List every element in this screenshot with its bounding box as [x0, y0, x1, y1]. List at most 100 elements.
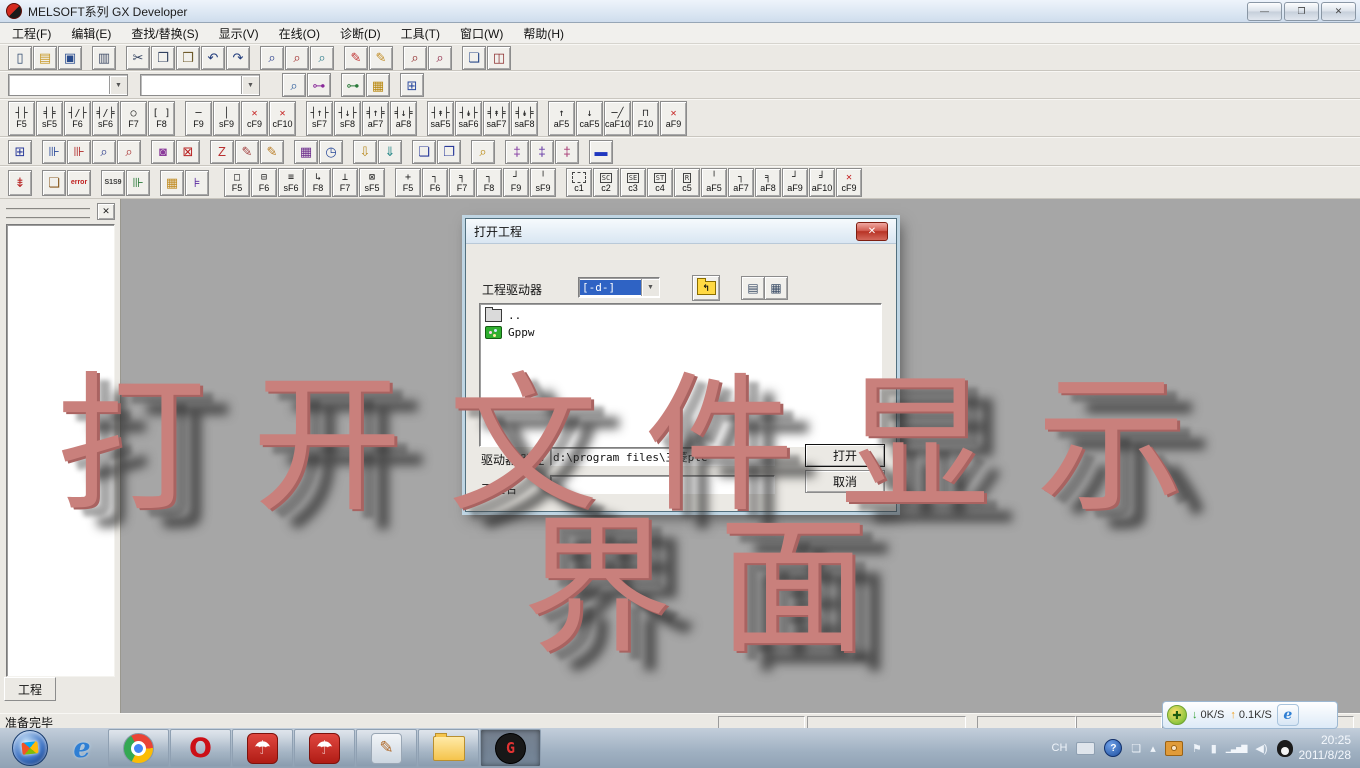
toolbar-button[interactable]: ▦: [366, 73, 390, 97]
toolbar-combo[interactable]: ▼: [8, 74, 128, 96]
toolbar-button[interactable]: ↶: [201, 46, 225, 70]
tray-icon[interactable]: CH: [1052, 742, 1068, 754]
ladder-tool-button[interactable]: ┤↡├ saF6: [455, 101, 482, 136]
fkey-tool-button[interactable]: ╛ aF10: [809, 168, 835, 197]
fkey-tool-button[interactable]: ⊟ F6: [251, 168, 277, 197]
ladder-tool-button[interactable]: ╡/╞ sF6: [92, 101, 119, 136]
ladder-tool-button[interactable]: ┤↑├ sF7: [306, 101, 333, 136]
menu-item[interactable]: 帮助(H): [513, 23, 574, 44]
menu-item[interactable]: 窗口(W): [450, 23, 513, 44]
fkey-tool-button[interactable]: ╕ aF8: [755, 168, 781, 197]
toolbar-button[interactable]: ↷: [226, 46, 250, 70]
toolbar-button[interactable]: ⊠: [176, 140, 200, 164]
window-control-button[interactable]: —: [1247, 2, 1282, 21]
fkey-tool-button[interactable]: ┐ aF7: [728, 168, 754, 197]
fkey-tool-button[interactable]: ✕ cF9: [836, 168, 862, 197]
ladder-tool-button[interactable]: ✕ cF10: [269, 101, 296, 136]
tray-icon[interactable]: ❏: [1131, 742, 1141, 755]
toolbar-button[interactable]: ◙: [151, 140, 175, 164]
ladder-tool-button[interactable]: ⊓ F10: [632, 101, 659, 136]
toolbar-button[interactable]: ⊶: [341, 73, 365, 97]
taskbar-button[interactable]: O: [170, 729, 231, 767]
toolbar-button[interactable]: ⊶: [307, 73, 331, 97]
tray-icon[interactable]: [1076, 742, 1095, 755]
menu-item[interactable]: 工具(T): [391, 23, 450, 44]
dialog-close-button[interactable]: ✕: [856, 222, 888, 241]
fkey-tool-button[interactable]: ╕ F7: [449, 168, 475, 197]
toolbar-button[interactable]: ▥: [92, 46, 116, 70]
toolbar-combo[interactable]: ▼: [140, 74, 260, 96]
fkey-tool-button[interactable]: □ F5: [224, 168, 250, 197]
tray-icon[interactable]: ?: [1104, 739, 1122, 757]
tray-icon[interactable]: ◀): [1255, 742, 1267, 755]
window-control-button[interactable]: ✕: [1321, 2, 1356, 21]
taskbar-clock[interactable]: 20:25 2011/8/28: [1299, 733, 1352, 763]
menu-item[interactable]: 编辑(E): [61, 23, 121, 44]
tray-icon[interactable]: ▴: [1150, 742, 1156, 755]
chevron-down-icon[interactable]: ▼: [241, 76, 259, 94]
menu-item[interactable]: 显示(V): [209, 23, 269, 44]
fkey-tool-button[interactable]: ╵ sF9: [530, 168, 556, 197]
project-tree[interactable]: [6, 224, 115, 677]
toolbar-button[interactable]: ‡: [555, 140, 579, 164]
menu-item[interactable]: 查找/替换(S): [121, 23, 208, 44]
menu-item[interactable]: 工程(F): [2, 23, 61, 44]
path-input[interactable]: [550, 447, 775, 466]
dock-close-button[interactable]: ✕: [97, 203, 115, 220]
toolbar-button[interactable]: ✎: [235, 140, 259, 164]
toolbar-button[interactable]: ❒: [176, 46, 200, 70]
file-list-item[interactable]: Gppw: [480, 324, 881, 341]
toolbar-button[interactable]: ⌕: [403, 46, 427, 70]
ladder-tool-button[interactable]: [ ] F8: [148, 101, 175, 136]
tray-icon[interactable]: [1277, 740, 1293, 757]
dock-grip-handle[interactable]: [6, 208, 90, 219]
fkey-tool-button[interactable]: ┐ F6: [422, 168, 448, 197]
taskbar-button[interactable]: ☂: [232, 729, 293, 767]
taskbar-button[interactable]: e: [56, 729, 108, 767]
toolbar-button[interactable]: ◫: [487, 46, 511, 70]
net-speed-widget[interactable]: ✚ ↓ 0K/S ↑ 0.1K/S e: [1162, 701, 1338, 729]
file-list[interactable]: .. Gppw: [479, 303, 882, 447]
toolbar-button[interactable]: ⊧: [185, 170, 209, 196]
fkey-tool-button[interactable]: R c5: [674, 168, 700, 197]
ladder-tool-button[interactable]: ┤/├ F6: [64, 101, 91, 136]
toolbar-button[interactable]: ✎: [260, 140, 284, 164]
file-list-item[interactable]: ..: [480, 307, 881, 324]
ladder-tool-button[interactable]: ✕ cF9: [241, 101, 268, 136]
fkey-tool-button[interactable]: ST c4: [647, 168, 673, 197]
up-one-level-button[interactable]: ↰: [692, 275, 720, 301]
fkey-tool-button[interactable]: ┘ aF9: [782, 168, 808, 197]
ladder-tool-button[interactable]: ─ F9: [185, 101, 212, 136]
ladder-tool-button[interactable]: ↑ aF5: [548, 101, 575, 136]
chevron-down-icon[interactable]: ▼: [109, 76, 127, 94]
toolbar-button[interactable]: ▦: [160, 170, 184, 196]
tray-icon[interactable]: [1165, 741, 1183, 756]
taskbar-button[interactable]: [418, 729, 479, 767]
toolbar-button[interactable]: ⊞: [400, 73, 424, 97]
chevron-down-icon[interactable]: ▼: [641, 279, 659, 296]
toolbar-button[interactable]: ▯: [8, 46, 32, 70]
ladder-tool-button[interactable]: ┤↓├ sF8: [334, 101, 361, 136]
ladder-tool-button[interactable]: │ sF9: [213, 101, 240, 136]
ie-icon[interactable]: e: [1277, 704, 1299, 726]
toolbar-button[interactable]: ▦: [294, 140, 318, 164]
toolbar-button[interactable]: error: [67, 170, 91, 196]
toolbar-button[interactable]: ✎: [369, 46, 393, 70]
fkey-tool-button[interactable]: SE c3: [620, 168, 646, 197]
fkey-tool-button[interactable]: ╵ aF5: [701, 168, 727, 197]
toolbar-button[interactable]: ▤: [33, 46, 57, 70]
open-button[interactable]: 打开: [805, 444, 885, 467]
list-view-button[interactable]: ▤: [741, 276, 765, 300]
toolbar-button[interactable]: ❏: [462, 46, 486, 70]
drive-combo[interactable]: [-d-] ▼: [578, 277, 660, 298]
tray-icon[interactable]: ▮: [1211, 742, 1217, 755]
toolbar-button[interactable]: ⊞: [8, 140, 32, 164]
toolbar-button[interactable]: ⌕: [428, 46, 452, 70]
toolbar-button[interactable]: ⌕: [471, 140, 495, 164]
taskbar-button[interactable]: G: [480, 729, 541, 767]
toolbar-button[interactable]: Z: [210, 140, 234, 164]
toolbar-button[interactable]: ⌕: [117, 140, 141, 164]
toolbar-button[interactable]: ▣: [58, 46, 82, 70]
ladder-tool-button[interactable]: ┤├ F5: [8, 101, 35, 136]
ladder-tool-button[interactable]: ─╱ caF10: [604, 101, 631, 136]
